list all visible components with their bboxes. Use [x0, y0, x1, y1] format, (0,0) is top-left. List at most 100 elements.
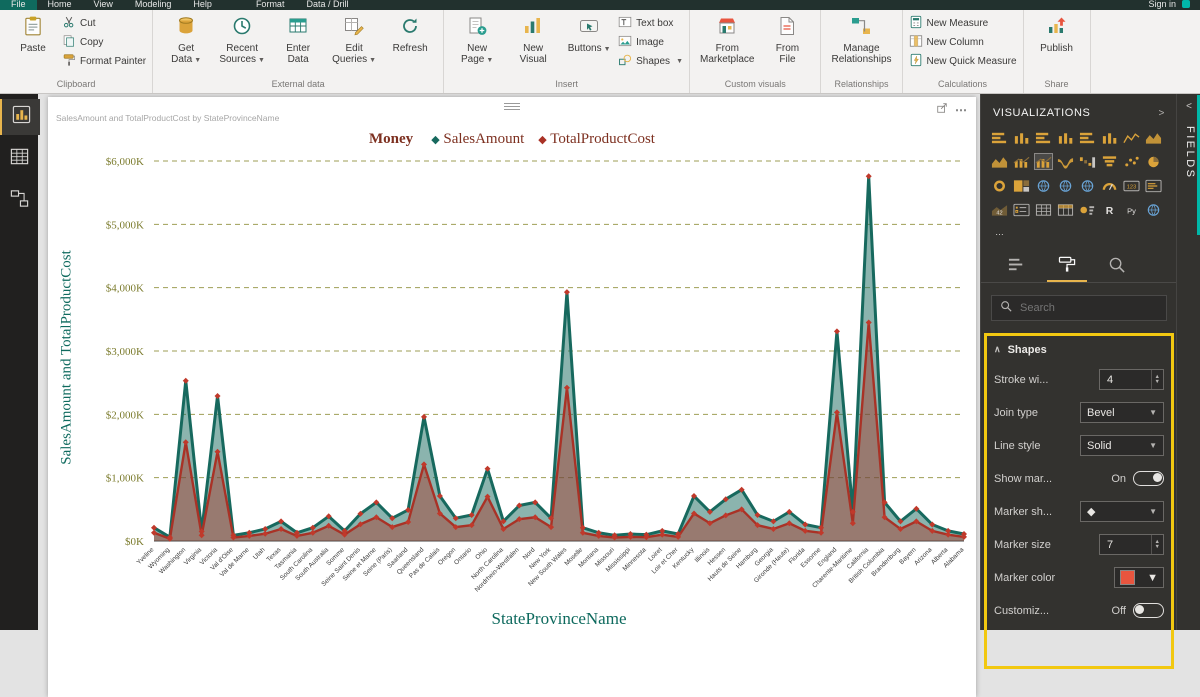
recent-sources-button[interactable]: RecentSources▼ [215, 13, 269, 68]
edit-queries-button[interactable]: EditQueries▼ [327, 13, 381, 68]
visual-type-100-stacked-bar-chart[interactable] [1078, 129, 1097, 146]
visual-type-python-visual[interactable]: Py [1122, 201, 1141, 218]
publish-button[interactable]: Publish [1030, 13, 1084, 56]
fields-collapsed-panel[interactable]: < FIELDS [1176, 93, 1200, 630]
new-page-button[interactable]: NewPage▼ [450, 13, 504, 68]
visual-focus-mode-icon[interactable] [936, 101, 948, 119]
menu-tab-format[interactable]: Format [245, 0, 296, 10]
line-style-dropdown[interactable]: Solid▼ [1080, 435, 1164, 456]
enter-data-button[interactable]: EnterData [271, 13, 325, 68]
visual-type-100-stacked-column-chart[interactable] [1100, 129, 1119, 146]
visual-type-matrix[interactable] [1056, 201, 1075, 218]
paste-button[interactable]: Paste [6, 13, 60, 56]
visual-type-gauge[interactable] [1100, 177, 1119, 194]
visual-type-stacked-column-chart[interactable] [1012, 129, 1031, 146]
menu-tab-modeling[interactable]: Modeling [124, 0, 183, 10]
visual-type-clustered-column-chart[interactable] [1056, 129, 1075, 146]
marker-color-picker[interactable]: ▼ [1114, 567, 1164, 588]
account-icon[interactable] [1182, 0, 1190, 8]
visual-type-arcgis-map[interactable] [1144, 201, 1163, 218]
legend-item-SalesAmount[interactable]: ◆ SalesAmount [431, 131, 524, 147]
visual-type-donut-chart[interactable] [990, 177, 1009, 194]
from-marketplace-button[interactable]: FromMarketplace [696, 13, 758, 68]
visual-type-filled-map[interactable] [1056, 177, 1075, 194]
new-column-button[interactable]: New Column [909, 34, 1017, 51]
visual-type-shape-map[interactable] [1078, 177, 1097, 194]
from-file-button[interactable]: FromFile [760, 13, 814, 68]
shapes-button[interactable]: Shapes▼ [618, 53, 683, 70]
sidebar-item-data-view[interactable] [0, 141, 38, 177]
visual-type-line-chart[interactable] [1122, 129, 1141, 146]
image-button[interactable]: Image [618, 34, 683, 51]
visual-type-area-chart[interactable] [1144, 129, 1163, 146]
get-data-button[interactable]: GetData▼ [159, 13, 213, 68]
format-tab[interactable] [1047, 254, 1087, 282]
line-area-chart[interactable]: $0K$1,000K$2,000K$3,000K$4,000K$5,000K$6… [48, 147, 976, 621]
visual-type-funnel-chart[interactable] [1100, 153, 1119, 170]
copy-button[interactable]: Copy [62, 34, 146, 51]
customiz-toggle[interactable] [1133, 603, 1164, 618]
new-column-icon [909, 34, 923, 51]
new-measure-button[interactable]: New Measure [909, 15, 1017, 32]
visual-type-kpi[interactable]: 42 [990, 201, 1009, 218]
legend-title: Money [369, 131, 413, 147]
sidebar-item-report-view[interactable] [0, 99, 40, 135]
visual-type-clustered-bar-chart[interactable] [1034, 129, 1053, 146]
new-visual-button[interactable]: NewVisual [506, 13, 560, 68]
marker-sh-dropdown[interactable]: ◆▼ [1080, 501, 1164, 522]
manage-relationships-button[interactable]: ManageRelationships [827, 13, 895, 68]
search-icon [1000, 299, 1012, 317]
buttons-button[interactable]: Buttons▼ [562, 13, 616, 56]
cut-icon [62, 15, 76, 32]
menu-tab-data-drill[interactable]: Data / Drill [295, 0, 359, 10]
visual-drag-handle-icon[interactable] [504, 101, 520, 112]
search-input[interactable] [1018, 301, 1152, 315]
show-mar-toggle[interactable] [1133, 471, 1164, 486]
group-label: Calculations [909, 78, 1017, 93]
text-box-button[interactable]: Text box [618, 15, 683, 32]
new-quick-measure-button[interactable]: New Quick Measure [909, 53, 1017, 70]
shapes-section-header[interactable]: ∧ Shapes [994, 336, 1164, 363]
format-row-marker-sh: Marker sh...◆▼ [994, 495, 1164, 528]
format-label-customiz: Customiz... [994, 605, 1049, 617]
stroke-wi-stepper[interactable]: 4▲▼ [1099, 369, 1164, 390]
ribbon-group-custom-visuals: FromMarketplaceFromFileCustom visuals [690, 10, 821, 93]
visual-type-treemap[interactable] [1012, 177, 1031, 194]
visual-type-pie-chart[interactable] [1144, 153, 1163, 170]
visual-type-line-and-clustered-column-chart[interactable] [1034, 153, 1053, 170]
visual-type-stacked-area-chart[interactable] [990, 153, 1009, 170]
visual-type-card[interactable]: 123 [1122, 177, 1141, 194]
legend-item-TotalProductCost[interactable]: ◆ TotalProductCost [538, 131, 655, 147]
visual-type-line-and-stacked-column-chart[interactable] [1012, 153, 1031, 170]
visual-type-key-influencers[interactable] [1078, 201, 1097, 218]
ribbon-group-insert: NewPage▼NewVisualButtons▼Text box Image Sh… [444, 10, 690, 93]
visual-type-multi-row-card[interactable] [1144, 177, 1163, 194]
menu-tab-file[interactable]: File [0, 0, 37, 10]
menu-tab-view[interactable]: View [83, 0, 124, 10]
menu-tab-home[interactable]: Home [37, 0, 83, 10]
visual-type-more-options[interactable]: ⋯ [990, 225, 1009, 242]
sign-in-button[interactable]: Sign in [1148, 0, 1176, 9]
menu-tab-help[interactable]: Help [182, 0, 223, 10]
report-page[interactable]: SalesAmount and TotalProductCost by Stat… [48, 97, 976, 697]
visual-type-table[interactable] [1034, 201, 1053, 218]
sidebar-item-model-view[interactable] [0, 183, 38, 219]
visual-type-waterfall-chart[interactable] [1078, 153, 1097, 170]
format-painter-button[interactable]: Format Painter [62, 53, 146, 70]
panel-collapse-icon[interactable]: > [1159, 108, 1165, 119]
visual-type-map[interactable] [1034, 177, 1053, 194]
format-search[interactable] [991, 295, 1167, 321]
visual-more-options-icon[interactable]: ⋯ [955, 103, 968, 117]
visual-type-slicer[interactable] [1012, 201, 1031, 218]
fields-panel-label: FIELDS [1182, 126, 1196, 180]
visual-type-ribbon-chart[interactable] [1056, 153, 1075, 170]
visual-type-r-script-visual[interactable]: R [1100, 201, 1119, 218]
refresh-button[interactable]: Refresh [383, 13, 437, 56]
visual-type-stacked-bar-chart[interactable] [990, 129, 1009, 146]
cut-button[interactable]: Cut [62, 15, 146, 32]
visual-type-scatter-chart[interactable] [1122, 153, 1141, 170]
marker-size-stepper[interactable]: 7▲▼ [1099, 534, 1164, 555]
join-type-dropdown[interactable]: Bevel▼ [1080, 402, 1164, 423]
fields-tab[interactable] [997, 254, 1037, 280]
analytics-tab[interactable] [1097, 254, 1137, 280]
